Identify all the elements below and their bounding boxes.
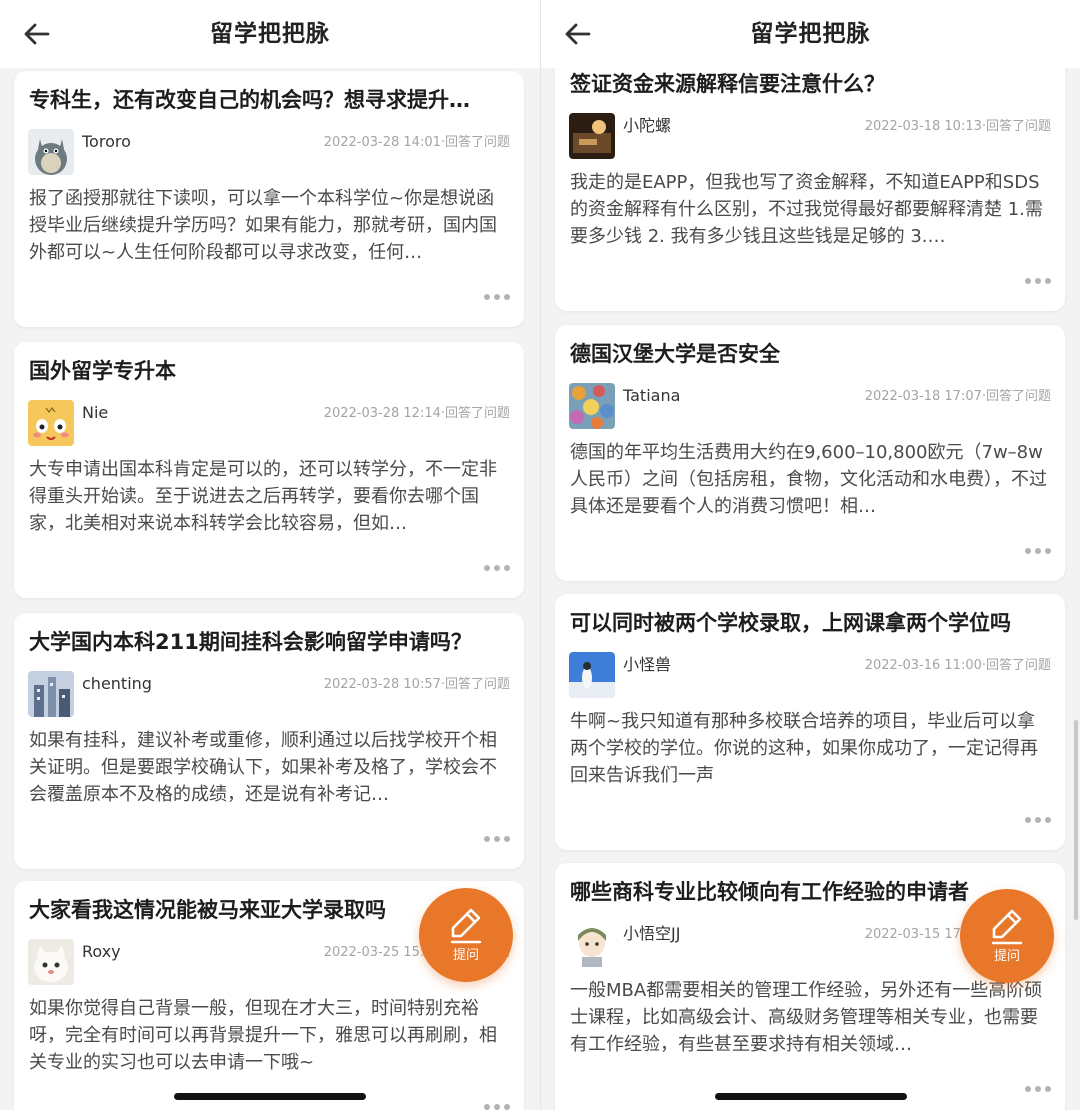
- avatar[interactable]: [28, 400, 74, 446]
- answer-excerpt[interactable]: 如果有挂科，建议补考或重修，顺利通过以后找学校开个相关证明。但是要跟学校确认下，…: [29, 727, 510, 808]
- left-screen: 专科生，还有改变自己的机会吗？想寻求提升… Tororo 2022-03-28 …: [0, 0, 540, 1110]
- question-card[interactable]: 专科生，还有改变自己的机会吗？想寻求提升… Tororo 2022-03-28 …: [14, 71, 524, 327]
- avatar[interactable]: [569, 383, 615, 429]
- page-title: 留学把把脉: [210, 21, 330, 47]
- author-name[interactable]: 小陀螺: [623, 115, 671, 137]
- ask-question-label: 提问: [993, 949, 1020, 964]
- more-options-icon[interactable]: [1025, 275, 1051, 287]
- question-card[interactable]: 签证资金来源解释信要注意什么？ 小陀螺 2022-03-18 10:13·回答了…: [555, 55, 1065, 311]
- ask-question-label: 提问: [452, 948, 479, 963]
- ask-question-button[interactable]: 提问: [960, 889, 1054, 983]
- answer-excerpt[interactable]: 如果你觉得自己背景一般，但现在才大三，时间特别充裕呀，完全有时间可以再背景提升一…: [29, 995, 510, 1076]
- author-name[interactable]: Tatiana: [623, 385, 680, 407]
- home-indicator: [715, 1093, 907, 1100]
- question-card[interactable]: 国外留学专升本 Nie 2022-03-28 12:14·回答了问题 大专申请出…: [14, 342, 524, 598]
- question-title[interactable]: 签证资金来源解释信要注意什么？: [570, 69, 1049, 99]
- scrollbar[interactable]: [1074, 720, 1078, 920]
- question-card[interactable]: 可以同时被两个学校录取，上网课拿两个学位吗 小怪兽 2022-03-16 11:…: [555, 594, 1065, 850]
- top-navigation-bar: 留学把把脉: [0, 0, 540, 68]
- avatar[interactable]: [28, 129, 74, 175]
- author-name[interactable]: chenting: [82, 673, 152, 695]
- question-title[interactable]: 专科生，还有改变自己的机会吗？想寻求提升…: [29, 85, 508, 115]
- question-title[interactable]: 德国汉堡大学是否安全: [570, 339, 1049, 369]
- author-name[interactable]: 小悟空JJ: [623, 923, 680, 945]
- answer-excerpt[interactable]: 德国的年平均生活费用大约在9,600–10,800欧元（7w–8w人民币）之间（…: [570, 439, 1051, 520]
- more-options-icon[interactable]: [484, 291, 510, 303]
- question-title[interactable]: 可以同时被两个学校录取，上网课拿两个学位吗: [570, 608, 1049, 638]
- answer-meta: 2022-03-28 10:57·回答了问题: [323, 677, 510, 692]
- pencil-icon: [450, 908, 482, 944]
- answer-meta: 2022-03-18 10:13·回答了问题: [864, 119, 1051, 134]
- answer-excerpt[interactable]: 一般MBA都需要相关的管理工作经验，另外还有一些高阶硕士课程，比如高级会计、高级…: [570, 977, 1051, 1058]
- more-options-icon[interactable]: [1025, 814, 1051, 826]
- top-navigation-bar: 留学把把脉: [541, 0, 1080, 68]
- question-card[interactable]: 大学国内本科211期间挂科会影响留学申请吗？ chenting 2022-03-…: [14, 613, 524, 869]
- answer-excerpt[interactable]: 我走的是EAPP，但我也写了资金解释，不知道EAPP和SDS的资金解释有什么区别…: [570, 169, 1051, 250]
- more-options-icon[interactable]: [1025, 545, 1051, 557]
- page-title: 留学把把脉: [750, 21, 871, 47]
- ask-question-button[interactable]: 提问: [419, 888, 513, 982]
- answer-excerpt[interactable]: 大专申请出国本科肯定是可以的，还可以转学分，不一定非得重头开始读。至于说进去之后…: [29, 456, 510, 537]
- answer-meta: 2022-03-18 17:07·回答了问题: [864, 389, 1051, 404]
- home-indicator: [174, 1093, 366, 1100]
- question-card[interactable]: 德国汉堡大学是否安全 Tatiana 2022-03-18 17:07·回答了问…: [555, 325, 1065, 581]
- pencil-icon: [991, 909, 1023, 945]
- answer-meta: 2022-03-28 12:14·回答了问题: [323, 406, 510, 421]
- author-name[interactable]: Tororo: [82, 131, 131, 153]
- author-name[interactable]: Roxy: [82, 941, 121, 963]
- author-name[interactable]: 小怪兽: [623, 654, 671, 676]
- avatar[interactable]: [569, 921, 615, 967]
- question-title[interactable]: 国外留学专升本: [29, 356, 508, 386]
- more-options-icon[interactable]: [1025, 1083, 1051, 1095]
- avatar[interactable]: [28, 939, 74, 985]
- author-name[interactable]: Nie: [82, 402, 108, 424]
- more-options-icon[interactable]: [484, 562, 510, 574]
- more-options-icon[interactable]: [484, 833, 510, 845]
- more-options-icon[interactable]: [484, 1101, 510, 1110]
- right-screen: 签证资金来源解释信要注意什么？ 小陀螺 2022-03-18 10:13·回答了…: [540, 0, 1080, 1110]
- answer-excerpt[interactable]: 牛啊~我只知道有那种多校联合培养的项目，毕业后可以拿两个学校的学位。你说的这种，…: [570, 708, 1051, 789]
- answer-meta: 2022-03-28 14:01·回答了问题: [323, 135, 510, 150]
- question-title[interactable]: 大学国内本科211期间挂科会影响留学申请吗？: [29, 627, 508, 657]
- avatar[interactable]: [569, 652, 615, 698]
- answer-meta: 2022-03-16 11:00·回答了问题: [864, 658, 1051, 673]
- avatar[interactable]: [569, 113, 615, 159]
- avatar[interactable]: [28, 671, 74, 717]
- answer-excerpt[interactable]: 报了函授那就往下读呗，可以拿一个本科学位~你是想说函授毕业后继续提升学历吗？如果…: [29, 185, 510, 266]
